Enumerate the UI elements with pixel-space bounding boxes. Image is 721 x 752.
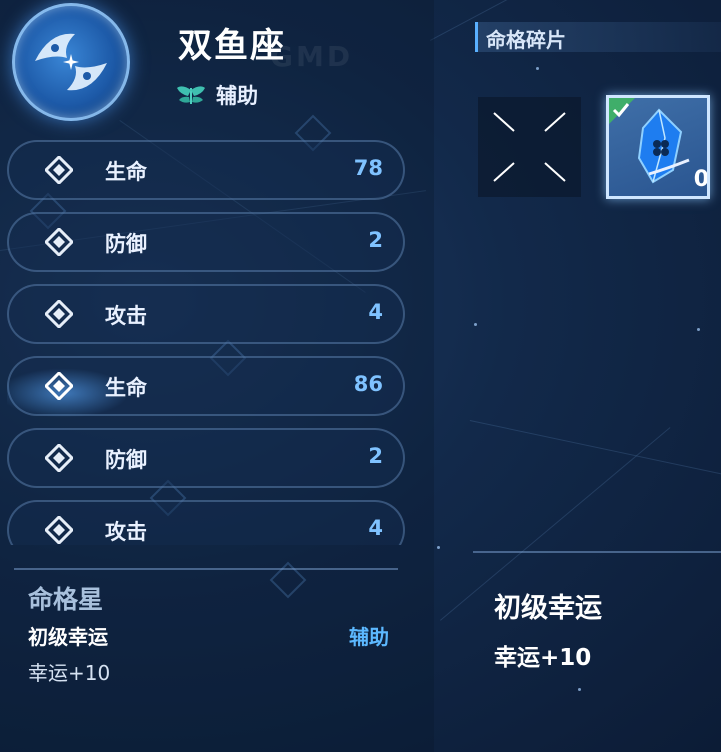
stat-value: 4 [368, 300, 383, 324]
detail-name: 初级幸运 [494, 593, 602, 624]
diamond-stat-icon [45, 156, 73, 184]
diamond-stat-icon [45, 300, 73, 328]
stat-name: 生命 [105, 160, 147, 184]
role-label: 辅助 [216, 84, 258, 108]
diamond-stat-icon [45, 516, 73, 544]
divider [14, 568, 398, 570]
fragments-title: 命格碎片 [486, 28, 566, 52]
stat-list[interactable]: 生命 78 防御 2 攻击 4 生命 86 防御 2 攻击 4 [7, 140, 409, 545]
stat-name: 生命 [105, 376, 147, 400]
stat-value: 2 [368, 444, 383, 468]
pisces-emblem-icon [12, 3, 130, 121]
fragments-header: 命格碎片 [475, 22, 721, 52]
fragment-item-selected[interactable]: 0 [606, 95, 710, 199]
stat-value: 4 [368, 516, 383, 540]
empty-fragment-slot[interactable] [478, 97, 581, 197]
stat-value: 86 [353, 372, 383, 396]
stat-row-hp-highlighted[interactable]: 生命 86 [7, 356, 405, 418]
stat-value: 78 [353, 156, 383, 180]
stat-value: 2 [368, 228, 383, 252]
stat-name: 攻击 [105, 304, 147, 328]
stat-name: 攻击 [105, 520, 147, 544]
star-name: 初级幸运 [28, 625, 108, 649]
detail-effect: 幸运+10 [494, 645, 592, 671]
constellation-panel: 双鱼座 GMD 辅助 生命 78 防御 2 攻击 4 生命 86 防御 2 攻击… [0, 0, 434, 752]
role-indicator: 辅助 [176, 80, 258, 110]
divider [473, 551, 721, 553]
diamond-stat-icon [45, 228, 73, 256]
stat-row-attack[interactable]: 攻击 4 [7, 500, 405, 545]
fragment-count: 0 [693, 167, 709, 192]
stat-row-attack[interactable]: 攻击 4 [7, 284, 405, 344]
stat-row-defense[interactable]: 防御 2 [7, 212, 405, 272]
star-section-header: 命格星 [28, 585, 104, 614]
diamond-stat-icon [45, 372, 73, 400]
watermark-logo: GMD [270, 40, 354, 73]
diamond-stat-icon [45, 444, 73, 472]
empty-slot-corners-icon [493, 112, 566, 182]
star-role: 辅助 [349, 625, 389, 649]
stat-name: 防御 [105, 448, 147, 472]
blue-crystal-fragment-icon [609, 98, 690, 184]
stat-name: 防御 [105, 232, 147, 256]
star-effect: 幸运+10 [28, 661, 111, 685]
stat-row-hp[interactable]: 生命 78 [7, 140, 405, 200]
support-wings-icon [177, 86, 205, 104]
stat-row-defense[interactable]: 防御 2 [7, 428, 405, 488]
